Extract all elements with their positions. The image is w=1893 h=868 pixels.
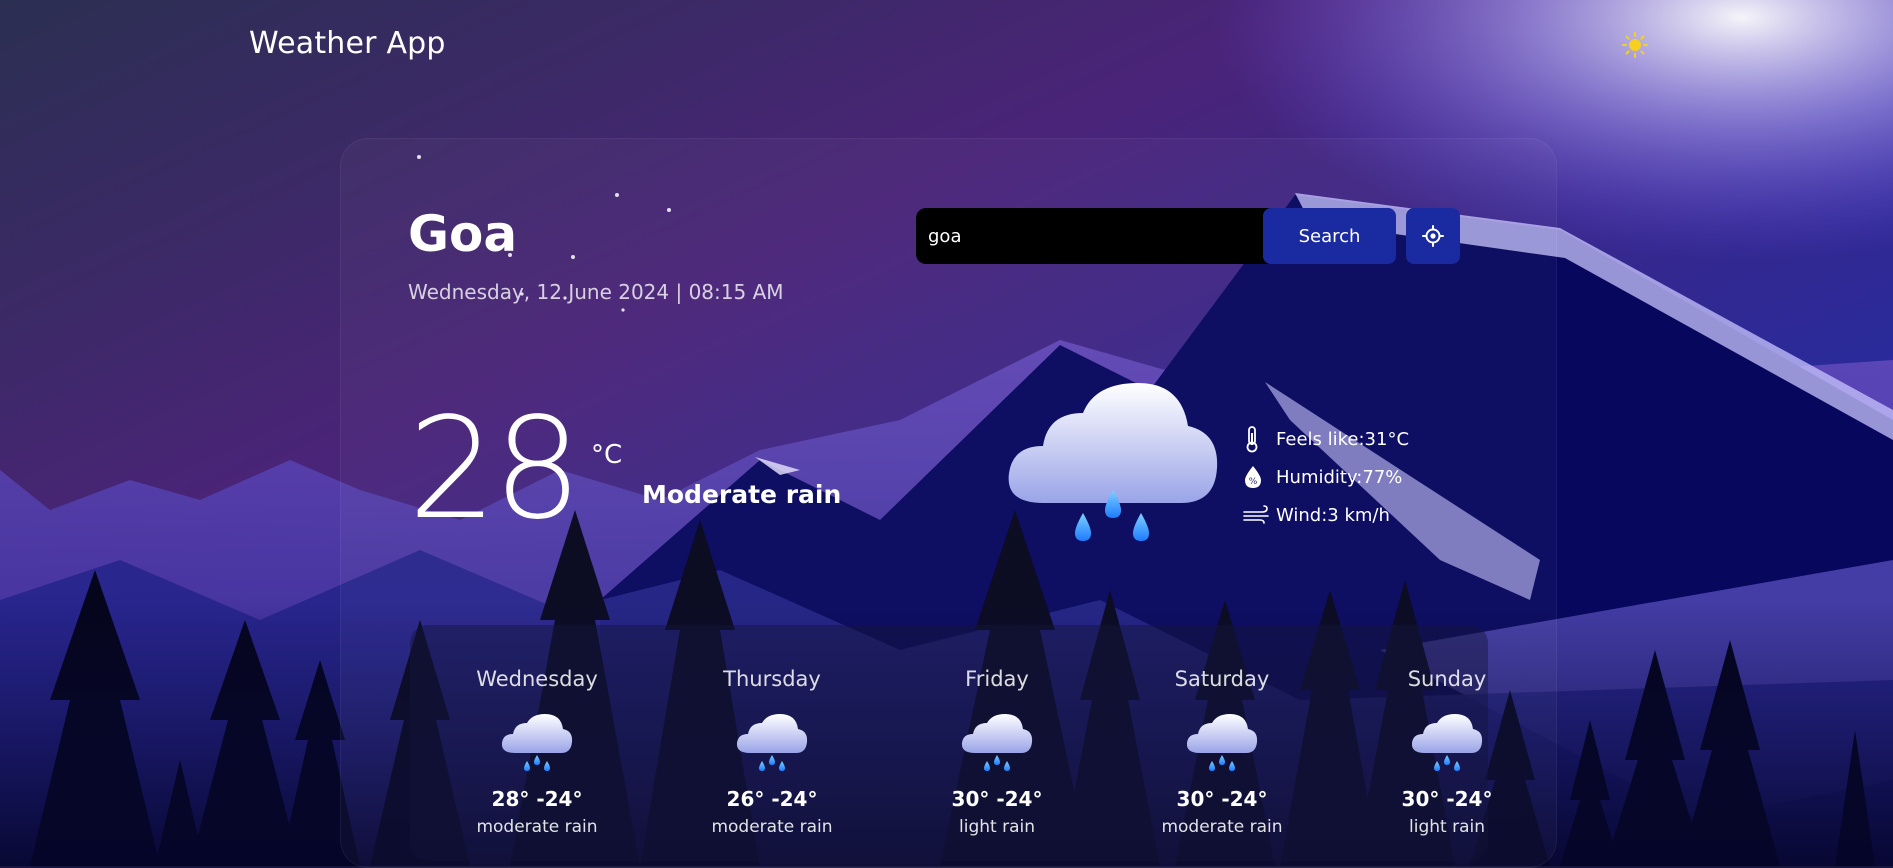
forecast-description: light rain	[959, 817, 1035, 837]
forecast-description: moderate rain	[476, 817, 598, 837]
forecast-day-card: Friday 30° -24° light rain	[907, 625, 1087, 861]
forecast-day-card: Wednesday 28° -24° moderate rain	[447, 625, 627, 861]
forecast-temp-range: 26° -24°	[726, 787, 818, 811]
feels-like-row: Feels like:31°C	[1242, 420, 1409, 458]
weather-condition: Moderate rain	[642, 480, 842, 509]
theme-toggle-button[interactable]	[1620, 30, 1650, 60]
humidity-row: % Humidity:77%	[1242, 458, 1409, 496]
humidity-text: Humidity:77%	[1276, 466, 1403, 488]
current-temperature: 28	[408, 388, 582, 551]
humidity-icon: %	[1242, 465, 1276, 489]
forecast-day-card: Thursday 26° -24° moderate rain	[682, 625, 862, 861]
weather-details: Feels like:31°C % Humidity:77% Wind:3 km…	[1242, 420, 1409, 534]
rain-cloud-icon	[1008, 383, 1218, 541]
current-location-button[interactable]	[1406, 208, 1460, 264]
forecast-temp-range: 28° -24°	[491, 787, 583, 811]
wind-row: Wind:3 km/h	[1242, 496, 1409, 534]
rain-cloud-icon	[736, 714, 808, 771]
app-title: Weather App	[249, 26, 446, 61]
forecast-day-card: Sunday 30° -24° light rain	[1357, 625, 1537, 861]
rain-cloud-icon	[1186, 714, 1258, 771]
forecast-temp-range: 30° -24°	[1401, 787, 1493, 811]
forecast-day-name: Sunday	[1407, 667, 1487, 691]
forecast-description: light rain	[1409, 817, 1485, 837]
search-input[interactable]	[916, 208, 1271, 264]
city-name: Goa	[408, 205, 518, 263]
rain-cloud-icon	[501, 714, 573, 771]
sun-icon	[1622, 32, 1648, 58]
forecast-day-name: Wednesday	[476, 667, 598, 691]
forecast-day-name: Saturday	[1174, 667, 1270, 691]
date-time: Wednesday, 12 June 2024 | 08:15 AM	[408, 280, 784, 304]
forecast-day-name: Friday	[965, 667, 1029, 691]
forecast-description: moderate rain	[1161, 817, 1283, 837]
forecast-day-card: Saturday 30° -24° moderate rain	[1132, 625, 1312, 861]
temperature-unit: °C	[591, 440, 623, 470]
thermometer-icon	[1242, 425, 1276, 453]
search-button[interactable]: Search	[1263, 208, 1396, 264]
forecast-description: moderate rain	[711, 817, 833, 837]
search-bar: Search	[916, 208, 1460, 264]
svg-text:%: %	[1249, 477, 1258, 487]
forecast-temp-range: 30° -24°	[951, 787, 1043, 811]
forecast-day-name: Thursday	[723, 667, 821, 691]
wind-icon	[1242, 505, 1276, 525]
rain-cloud-icon	[1411, 714, 1483, 771]
wind-text: Wind:3 km/h	[1276, 504, 1390, 526]
rain-cloud-icon	[961, 714, 1033, 771]
forecast-panel: Wednesday 28° -24° moderate rain Thursda…	[410, 625, 1492, 861]
feels-like-text: Feels like:31°C	[1276, 428, 1410, 450]
crosshair-icon	[1422, 225, 1444, 247]
forecast-temp-range: 30° -24°	[1176, 787, 1268, 811]
